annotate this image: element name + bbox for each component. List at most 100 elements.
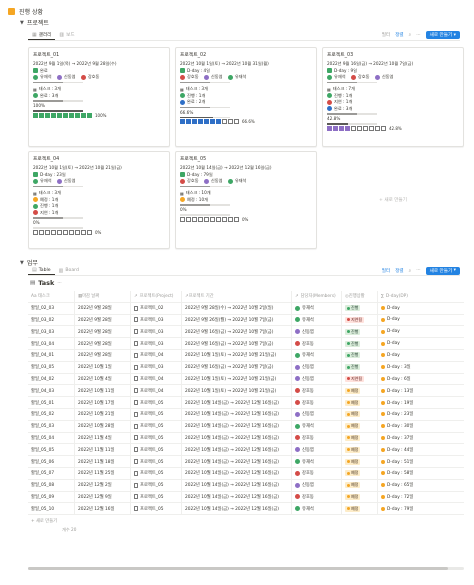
status-cell[interactable]: 진행 (341, 349, 377, 361)
task-name[interactable]: 할일_03_04 (28, 341, 74, 347)
status-cell[interactable]: 지연됨 (341, 373, 377, 385)
table-row[interactable]: 할일_05_08 2022년 12월 2일 프로젝트_05 2022년 10월 14일… (28, 479, 464, 492)
new-project-button[interactable]: 새로 만들기 ▾ (425, 31, 460, 39)
project-link[interactable]: 프로젝트_04 (130, 349, 181, 361)
project-link[interactable]: 프로젝트_04 (130, 385, 181, 397)
task-name[interactable]: 할일_05_02 (28, 411, 74, 417)
tab-gallery[interactable]: ▦ 갤러리 (28, 30, 56, 40)
status-cell[interactable]: 예정 (341, 385, 377, 397)
project-card[interactable]: 프로젝트_03 2022년 9월 16일(금) → 2022년 10월 7일(금)… (322, 47, 464, 147)
project-link[interactable]: 프로젝트_05 (130, 408, 181, 420)
project-link[interactable]: 프로젝트_03 (130, 314, 181, 326)
task-name[interactable]: 할일_05_06 (28, 459, 74, 465)
table-row[interactable]: 할일_03_02 2022년 9월 28일 프로젝트_03 2022년 9월 26일(… (28, 314, 464, 327)
table-row[interactable]: 할일_05_10 2022년 12월 16일 프로젝트_05 2022년 10월 14… (28, 503, 464, 516)
table-row[interactable]: 할일_05_01 2022년 10월 17일 프로젝트_05 2022년 10월 14… (28, 397, 464, 409)
project-card[interactable]: 프로젝트_02 2022년 10월 1일(토) → 2022년 10월 31일(월… (175, 47, 317, 147)
project-link[interactable]: 프로젝트_05 (130, 397, 181, 408)
tab-table[interactable]: ▤ Table (28, 266, 55, 275)
scrollbar-thumb[interactable] (28, 567, 448, 570)
more-icon[interactable]: ··· (416, 33, 420, 38)
col-header-members[interactable]: ↗ 담당자(Members) (291, 291, 341, 302)
task-name[interactable]: 할일_03_02 (28, 317, 74, 323)
new-task-button[interactable]: 새로 만들기 ▾ (425, 266, 460, 275)
search-icon[interactable]: ⌕ (409, 32, 412, 38)
task-db-title[interactable]: ▤ Task ··· (30, 279, 62, 287)
status-cell[interactable]: 예정 (341, 456, 377, 467)
task-name[interactable]: 할일_04_03 (28, 388, 74, 394)
col-header-due[interactable]: ▦ 마감 날짜 (74, 291, 130, 302)
status-cell[interactable]: 예정 (341, 503, 377, 515)
table-row[interactable]: 할일_05_06 2022년 11월 18일 프로젝트_05 2022년 10월 14… (28, 456, 464, 468)
status-cell[interactable]: 예정 (341, 408, 377, 420)
project-link[interactable]: 프로젝트_03 (130, 326, 181, 338)
search-icon[interactable]: ⌕ (409, 268, 412, 274)
status-cell[interactable]: 지연됨 (341, 314, 377, 326)
task-name[interactable]: 할일_03_05 (28, 364, 74, 370)
triangle-down-icon[interactable]: ▼ (20, 260, 24, 266)
table-row[interactable]: 할일_05_02 2022년 10월 21일 프로젝트_05 2022년 10월 14… (28, 408, 464, 421)
project-link[interactable]: 프로젝트_05 (130, 503, 181, 515)
table-row[interactable]: 할일_05_09 2022년 12월 9일 프로젝트_05 2022년 10월 14일… (28, 491, 464, 504)
table-row[interactable]: 할일_05_04 2022년 11월 4일 프로젝트_05 2022년 10월 14일… (28, 432, 464, 445)
add-row-button[interactable]: + 새로 만들기 (28, 515, 464, 527)
project-link[interactable]: 프로젝트_05 (130, 479, 181, 491)
status-cell[interactable]: 진행 (341, 361, 377, 373)
status-cell[interactable]: 예정 (341, 420, 377, 432)
tab-board[interactable]: ▥ 보드 (55, 30, 78, 40)
status-cell[interactable]: 진행 (341, 338, 377, 349)
new-card-button[interactable]: + 새로 만들기 (322, 151, 464, 249)
table-row[interactable]: 할일_05_03 2022년 10월 28일 프로젝트_05 2022년 10월 14… (28, 420, 464, 433)
table-row[interactable]: 할일_02_03 2022년 9월 28일 프로젝트_02 2022년 9월 28일(… (28, 302, 464, 315)
table-row[interactable]: 할일_03_03 2022년 9월 28일 프로젝트_03 2022년 9월 16일(… (28, 326, 464, 339)
task-name[interactable]: 할일_04_01 (28, 352, 74, 358)
table-row[interactable]: 할일_05_05 2022년 11월 11일 프로젝트_05 2022년 10월 14… (28, 444, 464, 457)
status-cell[interactable]: 예정 (341, 467, 377, 479)
more-icon[interactable]: ··· (57, 281, 61, 286)
project-link[interactable]: 프로젝트_05 (130, 456, 181, 467)
sort-button[interactable]: 정렬 (395, 32, 403, 38)
project-link[interactable]: 프로젝트_02 (130, 302, 181, 314)
project-link[interactable]: 프로젝트_04 (130, 373, 181, 385)
project-card[interactable]: 프로젝트_04 2022년 10월 1일(토) → 2022년 10월 21일(금… (28, 151, 170, 249)
col-header-status[interactable]: ◎ 진행상황 (341, 291, 377, 302)
col-header-task[interactable]: Aa 태스크 (28, 293, 74, 299)
task-name[interactable]: 할일_04_02 (28, 376, 74, 382)
task-name[interactable]: 할일_05_09 (28, 494, 74, 500)
table-row[interactable]: 할일_05_07 2022년 11월 25일 프로젝트_05 2022년 10월 14… (28, 467, 464, 480)
project-link[interactable]: 프로젝트_03 (130, 338, 181, 349)
task-name[interactable]: 할일_05_08 (28, 482, 74, 488)
horizontal-scrollbar[interactable] (28, 567, 464, 570)
project-card[interactable]: 프로젝트_05 2022년 10월 14일(금) → 2022년 12월 16일(… (175, 151, 317, 249)
task-name[interactable]: 할일_05_10 (28, 506, 74, 512)
col-header-project[interactable]: ↗ 프로젝트(Project) (130, 291, 181, 302)
sort-button[interactable]: 정렬 (395, 268, 403, 274)
project-section-toggle[interactable]: ▼ 프로젝트 (20, 18, 49, 28)
status-cell[interactable]: 예정 (341, 397, 377, 408)
status-cell[interactable]: 예정 (341, 444, 377, 456)
task-name[interactable]: 할일_05_05 (28, 447, 74, 453)
table-row[interactable]: 할일_04_02 2022년 10월 4일 프로젝트_04 2022년 10월 1일(… (28, 373, 464, 386)
filter-button[interactable]: 필터 (382, 32, 390, 38)
task-name[interactable]: 할일_02_03 (28, 305, 74, 311)
task-name[interactable]: 할일_05_03 (28, 423, 74, 429)
task-name[interactable]: 할일_05_04 (28, 435, 74, 441)
project-link[interactable]: 프로젝트_05 (130, 444, 181, 456)
col-header-period[interactable]: ↗ 프로젝트 기간 (181, 291, 291, 302)
table-row[interactable]: 할일_04_03 2022년 10월 11일 프로젝트_04 2022년 10월 1일… (28, 385, 464, 398)
status-cell[interactable]: 진행 (341, 302, 377, 314)
project-link[interactable]: 프로젝트_03 (130, 361, 181, 373)
status-cell[interactable]: 예정 (341, 479, 377, 491)
col-header-dday[interactable]: ∑ D-day(DP) (377, 291, 464, 302)
task-name[interactable]: 할일_03_03 (28, 329, 74, 335)
project-card[interactable]: 프로젝트_01 2022년 9월 1일(목) → 2022년 9월 28일(수) 완… (28, 47, 170, 147)
task-name[interactable]: 할일_05_01 (28, 400, 74, 406)
project-link[interactable]: 프로젝트_05 (130, 491, 181, 503)
table-row[interactable]: 할일_04_01 2022년 9월 28일 프로젝트_04 2022년 10월 1일(… (28, 349, 464, 362)
filter-button[interactable]: 필터 (382, 268, 390, 274)
project-link[interactable]: 프로젝트_05 (130, 420, 181, 432)
more-icon[interactable]: ··· (416, 268, 420, 273)
table-row[interactable]: 할일_03_04 2022년 9월 28일 프로젝트_03 2022년 9월 16일(… (28, 338, 464, 350)
table-row[interactable]: 할일_03_05 2022년 10월 1일 프로젝트_03 2022년 9월 16일(… (28, 361, 464, 374)
triangle-down-icon[interactable]: ▼ (20, 20, 24, 26)
